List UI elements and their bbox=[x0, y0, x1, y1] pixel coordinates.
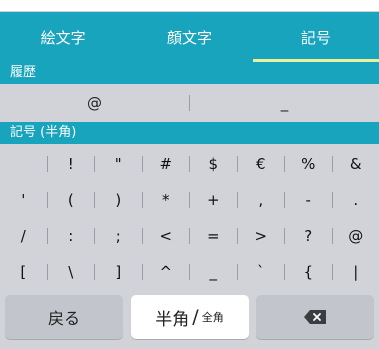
history-header: 履歴 bbox=[0, 62, 379, 84]
symbol-row: ! " # $ € % & bbox=[0, 146, 379, 182]
symbol-key[interactable]: % bbox=[285, 155, 332, 173]
history-item[interactable]: @ bbox=[0, 94, 189, 112]
delete-button[interactable] bbox=[256, 295, 374, 339]
symbol-key[interactable]: ; bbox=[95, 227, 142, 245]
half-width-label: 半角 bbox=[155, 309, 190, 330]
tab-kaomoji[interactable]: 顔文字 bbox=[126, 12, 252, 62]
width-toggle-button[interactable]: 半角 / 全角 bbox=[130, 295, 249, 339]
back-button[interactable]: 戻る bbox=[5, 295, 123, 339]
symbol-key[interactable]: : bbox=[48, 227, 95, 245]
symbol-key[interactable]: > bbox=[238, 227, 285, 245]
symbol-key[interactable]: ' bbox=[0, 191, 47, 209]
symbol-key[interactable]: [ bbox=[0, 263, 47, 281]
symbol-key[interactable]: . bbox=[333, 191, 379, 209]
bottom-bar: 戻る 半角 / 全角 bbox=[0, 295, 379, 349]
symbol-key[interactable]: , bbox=[238, 191, 285, 209]
symbol-key[interactable]: * bbox=[143, 191, 190, 209]
top-edge bbox=[0, 0, 379, 12]
symbol-key[interactable]: @ bbox=[333, 227, 379, 245]
symbol-key[interactable]: ( bbox=[48, 191, 95, 209]
symbol-key[interactable]: < bbox=[143, 227, 190, 245]
backspace-icon bbox=[304, 310, 326, 324]
symbol-key[interactable]: { bbox=[285, 263, 332, 281]
category-tabs: 絵文字 顔文字 記号 bbox=[0, 12, 379, 62]
symbol-key[interactable]: = bbox=[190, 227, 237, 245]
symbol-key[interactable]: $ bbox=[190, 155, 237, 173]
symbol-key[interactable]: - bbox=[285, 191, 332, 209]
symbols-header: 記号 (半角) bbox=[0, 122, 379, 144]
history-item[interactable]: _ bbox=[190, 94, 379, 112]
symbol-key[interactable]: ^ bbox=[143, 263, 190, 281]
symbol-key[interactable]: + bbox=[190, 191, 237, 209]
tab-symbols[interactable]: 記号 bbox=[252, 12, 379, 62]
back-label: 戻る bbox=[47, 309, 80, 328]
symbol-key[interactable]: | bbox=[333, 263, 379, 281]
slash-label: / bbox=[192, 306, 199, 328]
symbol-key[interactable]: ? bbox=[285, 227, 332, 245]
symbol-key[interactable]: € bbox=[238, 155, 285, 173]
history-row: @ _ bbox=[0, 84, 379, 122]
symbol-key[interactable]: & bbox=[333, 155, 379, 173]
symbol-row: ' ( ) * + , - . bbox=[0, 182, 379, 218]
tab-emoji[interactable]: 絵文字 bbox=[0, 12, 126, 62]
symbol-key[interactable]: ) bbox=[95, 191, 142, 209]
symbol-key[interactable]: # bbox=[143, 155, 190, 173]
symbol-key[interactable]: _ bbox=[190, 263, 237, 281]
symbol-key[interactable]: ` bbox=[238, 263, 285, 281]
symbol-key[interactable]: / bbox=[0, 227, 47, 245]
full-width-label: 全角 bbox=[201, 311, 224, 324]
symbol-grid: ! " # $ € % & ' ( ) * + , - . / : ; < = … bbox=[0, 146, 379, 290]
symbol-key[interactable]: " bbox=[95, 155, 142, 173]
symbol-row: / : ; < = > ? @ bbox=[0, 218, 379, 254]
symbol-key[interactable]: ! bbox=[48, 155, 95, 173]
symbol-key[interactable]: ] bbox=[95, 263, 142, 281]
symbol-row: [ \ ] ^ _ ` { | bbox=[0, 254, 379, 290]
symbol-key[interactable]: \ bbox=[48, 263, 95, 281]
